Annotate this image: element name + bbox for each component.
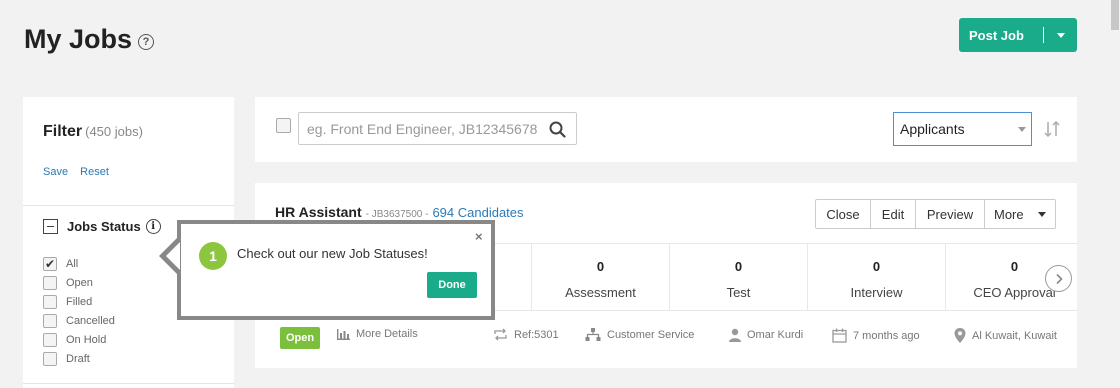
filter-reset-link[interactable]: Reset	[80, 166, 109, 178]
checkbox-on-hold[interactable]	[43, 332, 57, 347]
stage-count: 0	[596, 259, 605, 274]
info-icon[interactable]: i	[145, 219, 161, 234]
select-all-checkbox[interactable]	[276, 118, 291, 133]
more-details-link[interactable]: More Details	[337, 328, 418, 340]
filter-divider	[23, 205, 234, 206]
user-icon	[729, 328, 741, 342]
sort-select[interactable]: Applicants	[893, 112, 1032, 146]
search-bar: Applicants	[255, 97, 1077, 162]
search-icon[interactable]	[549, 121, 566, 138]
filter-title: Filter (450 jobs)	[43, 123, 143, 141]
close-job-button[interactable]: Close	[816, 200, 871, 228]
status-item-on-hold[interactable]: On Hold	[43, 330, 115, 349]
status-badge: Open	[280, 327, 321, 349]
bar-chart-icon	[337, 328, 350, 340]
chevron-down-icon	[1018, 127, 1026, 132]
more-details-label: More Details	[356, 328, 418, 340]
owner-label: Omar Kurdi	[747, 329, 804, 341]
filter-links: Save Reset	[43, 166, 118, 178]
page-title-text: My Jobs	[24, 24, 133, 54]
post-job-dropdown[interactable]	[1044, 32, 1077, 38]
stage-assessment[interactable]: 0 Assessment	[531, 244, 669, 311]
job-title[interactable]: HR Assistant	[275, 204, 362, 220]
ref-label: Ref:5301	[514, 328, 559, 341]
department-label: Customer Service	[607, 328, 695, 341]
posted-item: 7 months ago	[832, 328, 920, 343]
repeat-icon	[494, 328, 507, 341]
close-icon[interactable]: ×	[475, 229, 483, 244]
search-field[interactable]	[298, 112, 577, 145]
job-status-tooltip: 1 Check out our new Job Statuses! × Done	[177, 220, 495, 320]
filter-count: (450 jobs)	[85, 124, 143, 139]
location-label: Al Kuwait, Kuwait	[972, 329, 1057, 342]
preview-job-button[interactable]: Preview	[916, 200, 985, 228]
candidates-link[interactable]: 694 Candidates	[432, 205, 523, 220]
calendar-icon	[832, 328, 847, 343]
checkbox-all[interactable]: ✔	[43, 256, 57, 271]
tooltip-message: Check out our new Job Statuses!	[237, 246, 428, 261]
stage-label: Test	[726, 285, 751, 300]
status-label: Filled	[66, 295, 93, 308]
posted-label: 7 months ago	[853, 329, 920, 342]
post-job-button[interactable]: Post Job	[959, 18, 1077, 52]
jobs-status-header[interactable]: Jobs Status i	[43, 219, 161, 234]
job-actions: Close Edit Preview More	[815, 199, 1056, 229]
tooltip-done-button[interactable]: Done	[427, 272, 477, 298]
status-label: Open	[66, 276, 93, 289]
stage-count: 0	[734, 259, 743, 274]
job-id: - JB3637500 -	[365, 209, 429, 220]
status-label: Cancelled	[66, 314, 115, 327]
search-input[interactable]	[299, 113, 539, 144]
location-item: Al Kuwait, Kuwait	[954, 328, 1057, 343]
jobs-status-label: Jobs Status	[67, 219, 141, 234]
status-item-draft[interactable]: Draft	[43, 349, 115, 368]
chevron-down-icon	[1056, 32, 1065, 38]
post-job-label[interactable]: Post Job	[959, 28, 1043, 43]
department-item: Customer Service	[585, 328, 694, 341]
status-item-cancelled[interactable]: Cancelled	[43, 311, 115, 330]
stage-test[interactable]: 0 Test	[669, 244, 807, 311]
collapse-icon[interactable]	[43, 219, 58, 234]
status-label: On Hold	[66, 333, 107, 346]
map-pin-icon	[954, 328, 966, 343]
help-icon[interactable]: ?	[138, 33, 155, 50]
next-stages-button[interactable]	[1045, 265, 1072, 292]
stage-label: Assessment	[565, 285, 636, 300]
sort-select-value: Applicants	[900, 121, 965, 137]
sort-order-icon[interactable]	[1043, 119, 1061, 139]
filter-divider	[23, 383, 234, 384]
status-item-all[interactable]: ✔ All	[43, 254, 115, 273]
stage-label: Interview	[850, 285, 903, 300]
filter-title-text: Filter	[43, 123, 83, 140]
status-list: ✔ All Open Filled Cancelled On Hold Draft	[43, 254, 115, 368]
stage-count: 0	[872, 259, 881, 274]
scrollbar-thumb[interactable]	[1111, 0, 1119, 30]
filter-save-link[interactable]: Save	[43, 166, 68, 178]
org-chart-icon	[585, 328, 601, 341]
more-actions-button[interactable]: More	[985, 200, 1055, 228]
more-label: More	[994, 206, 1024, 222]
ref-item: Ref:5301	[493, 328, 559, 341]
chevron-right-icon	[1055, 273, 1063, 284]
checkbox-draft[interactable]	[43, 351, 57, 366]
stage-interview[interactable]: 0 Interview	[807, 244, 945, 311]
checkbox-open[interactable]	[43, 275, 57, 290]
status-item-open[interactable]: Open	[43, 273, 115, 292]
job-header: HR Assistant - JB3637500 - 694 Candidate…	[275, 204, 524, 220]
checkbox-filled[interactable]	[43, 294, 57, 309]
status-item-filled[interactable]: Filled	[43, 292, 115, 311]
checkbox-cancelled[interactable]	[43, 313, 57, 328]
page-title: My Jobs ?	[24, 24, 155, 55]
edit-job-button[interactable]: Edit	[871, 200, 916, 228]
chevron-down-icon	[1037, 211, 1046, 217]
status-label: All	[66, 257, 79, 270]
tooltip-step-badge: 1	[199, 242, 227, 270]
tooltip-arrow-fill	[166, 242, 180, 270]
job-footer: Open More Details Ref:5301 Customer Serv…	[255, 323, 1077, 353]
status-label: Draft	[66, 352, 90, 365]
owner-item: Omar Kurdi	[729, 328, 803, 342]
page-scrollbar[interactable]	[1110, 0, 1120, 388]
